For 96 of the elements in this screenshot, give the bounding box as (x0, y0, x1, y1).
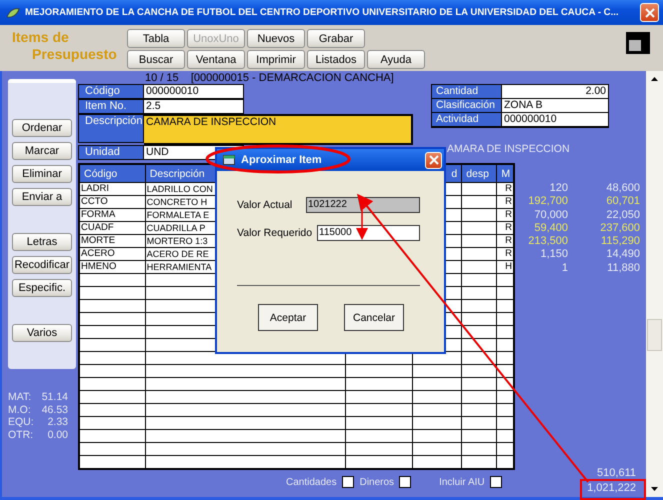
amount-text: 60,701 (605, 195, 640, 209)
close-button[interactable] (640, 3, 659, 22)
checkbox[interactable] (490, 476, 502, 488)
checkbox[interactable] (342, 476, 354, 488)
toolbar-button[interactable]: Listados (307, 50, 365, 69)
field-label: Clasificación (432, 99, 502, 113)
dialog-button[interactable]: Cancelar (344, 304, 404, 331)
amount-text: 120 (548, 182, 568, 196)
option-label: Incluir AIU (439, 476, 485, 488)
dialog-button[interactable]: Aceptar (258, 304, 318, 331)
table-cell: R (496, 222, 514, 234)
amount-text: 22,050 (605, 208, 640, 222)
sidebar-button[interactable]: Eliminar (12, 165, 72, 183)
field-value[interactable]: 2.5 (144, 99, 244, 114)
table-cell: CCTO (79, 196, 146, 208)
amount-text: 14,490 (605, 248, 640, 262)
window-title: MEJORAMIENTO DE LA CANCHA DE FUTBOL DEL CENTRO DEPORTIVO UNIVERSITARIO DE LA UNIVERSIDAD DEL CAUCA - C... (25, 7, 620, 18)
toolbar-button[interactable]: Ayuda (367, 50, 425, 69)
column-header: desp (462, 164, 497, 182)
toolbar-button[interactable]: Buscar (127, 50, 185, 69)
amount-text: 237,600 (599, 222, 640, 236)
amount-text: 115,290 (600, 235, 640, 248)
table-cell: R (496, 208, 514, 222)
field-value[interactable]: ZONA B (502, 99, 608, 113)
sidebar-button[interactable]: Varios (12, 324, 72, 342)
field-value[interactable]: 000000010 (502, 113, 608, 127)
checkbox[interactable] (399, 476, 412, 488)
field-value[interactable]: 2.00 (502, 85, 608, 99)
total-text: 1,021,222 (587, 482, 636, 495)
column-header: M (496, 164, 514, 182)
stat-value: 46.53 (42, 404, 68, 416)
field-label: Código (78, 84, 144, 99)
stat-label: M.O: (8, 404, 31, 416)
close-icon (428, 155, 438, 165)
field-label: Valor Actual (237, 199, 292, 211)
stat-label: MAT: (8, 391, 32, 404)
scroll-thumb[interactable] (647, 319, 662, 351)
sidebar-button[interactable]: Enviar a (12, 188, 72, 206)
amount-text: 48,600 (605, 182, 640, 196)
table-cell: ACERO (79, 248, 146, 260)
scrollbar[interactable] (646, 71, 663, 497)
toolbar-button[interactable]: Imprimir (247, 50, 305, 69)
table-cell: CUADF (79, 222, 146, 234)
amount-text: 213,500 (527, 235, 568, 248)
table-cell: R (496, 234, 514, 248)
amount-text: 1,150 (539, 248, 568, 262)
toolbar-button[interactable]: Grabar (307, 29, 365, 48)
module-title: Presupuesto (31, 46, 118, 63)
item-heading: AMARA DE INSPECCION (447, 143, 571, 155)
input-field[interactable]: 115000 (317, 225, 420, 241)
field-label: Descripción (78, 114, 144, 143)
window-icon (223, 155, 235, 165)
field-value[interactable]: CAMARA DE INSPECCION (144, 114, 413, 145)
sidebar-button[interactable]: Letras (12, 233, 72, 251)
close-button[interactable] (425, 152, 442, 168)
sidebar-button[interactable]: Especific. (12, 279, 72, 297)
table-cell: H (496, 260, 514, 274)
table-cell: R (496, 248, 514, 260)
module-title: Items de (12, 29, 70, 46)
amount-text: 70,000 (533, 208, 568, 222)
stat-value: 51.14 (42, 391, 68, 404)
amount-text: 1 (560, 262, 568, 276)
table-cell: LADRI (79, 182, 146, 196)
toolbar-button[interactable]: Tabla (127, 29, 185, 48)
leaf-icon (6, 6, 20, 18)
stat-label: OTR: (8, 428, 34, 441)
field-label: Actividad (432, 113, 502, 127)
highlight-rectangle (580, 479, 646, 500)
stat-value: 0.00 (48, 428, 68, 441)
amount-text: 192,700 (527, 195, 568, 209)
record-caption: 10 / 15 [000000015 - DEMARCACION CANCHA] (145, 73, 395, 84)
option-label: Cantidades (286, 476, 337, 488)
amount-text: 11,880 (606, 262, 640, 276)
toolbar-button[interactable]: Ventana (187, 50, 245, 69)
column-header: Código (79, 164, 146, 182)
table-cell: HMENO (79, 260, 146, 274)
field-label: Unidad (78, 145, 144, 160)
field-label: Cantidad (432, 85, 502, 99)
restore-icon[interactable] (626, 32, 650, 54)
close-icon (644, 8, 654, 18)
table-cell: R (496, 182, 514, 196)
sidebar-button[interactable]: Recodificar (12, 256, 72, 274)
field-value[interactable]: 000000010 (144, 84, 244, 99)
sidebar-button[interactable]: Ordenar (12, 119, 72, 137)
dialog-title: Aproximar Item (241, 154, 323, 166)
sidebar-button[interactable]: Marcar (12, 142, 72, 160)
amount-text: 59,400 (533, 222, 568, 236)
table-cell: FORMA (79, 208, 146, 222)
table-cell: MORTE (79, 234, 146, 248)
table-cell: R (496, 196, 514, 208)
field-label: Item No. (78, 99, 144, 114)
stat-value: 2.33 (48, 416, 68, 428)
total-text: 510,611 (597, 467, 636, 480)
toolbar-button[interactable]: Nuevos (247, 29, 305, 48)
option-label: Dineros (360, 476, 394, 488)
stat-label: EQU: (8, 416, 34, 428)
